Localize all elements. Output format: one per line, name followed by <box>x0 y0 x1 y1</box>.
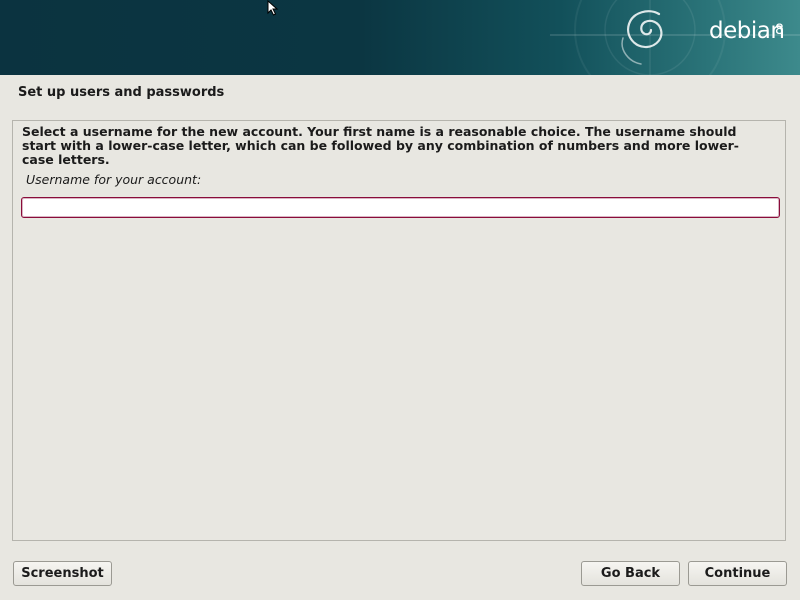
content-panel: Select a username for the new account. Y… <box>12 120 786 541</box>
debian-swirl-icon <box>621 10 663 65</box>
banner-decoration <box>550 0 800 75</box>
mouse-cursor-icon <box>267 0 279 16</box>
header-banner: debian 8 <box>0 0 800 75</box>
continue-button[interactable]: Continue <box>688 561 787 586</box>
page-title: Set up users and passwords <box>18 85 225 100</box>
screenshot-button[interactable]: Screenshot <box>13 561 112 586</box>
debian-logo-text: debian <box>709 18 785 44</box>
debian-version-number: 8 <box>775 22 784 38</box>
go-back-button[interactable]: Go Back <box>581 561 680 586</box>
username-input[interactable] <box>21 197 780 218</box>
username-description: Select a username for the new account. Y… <box>22 124 739 167</box>
username-field-label: Username for your account: <box>26 172 202 187</box>
